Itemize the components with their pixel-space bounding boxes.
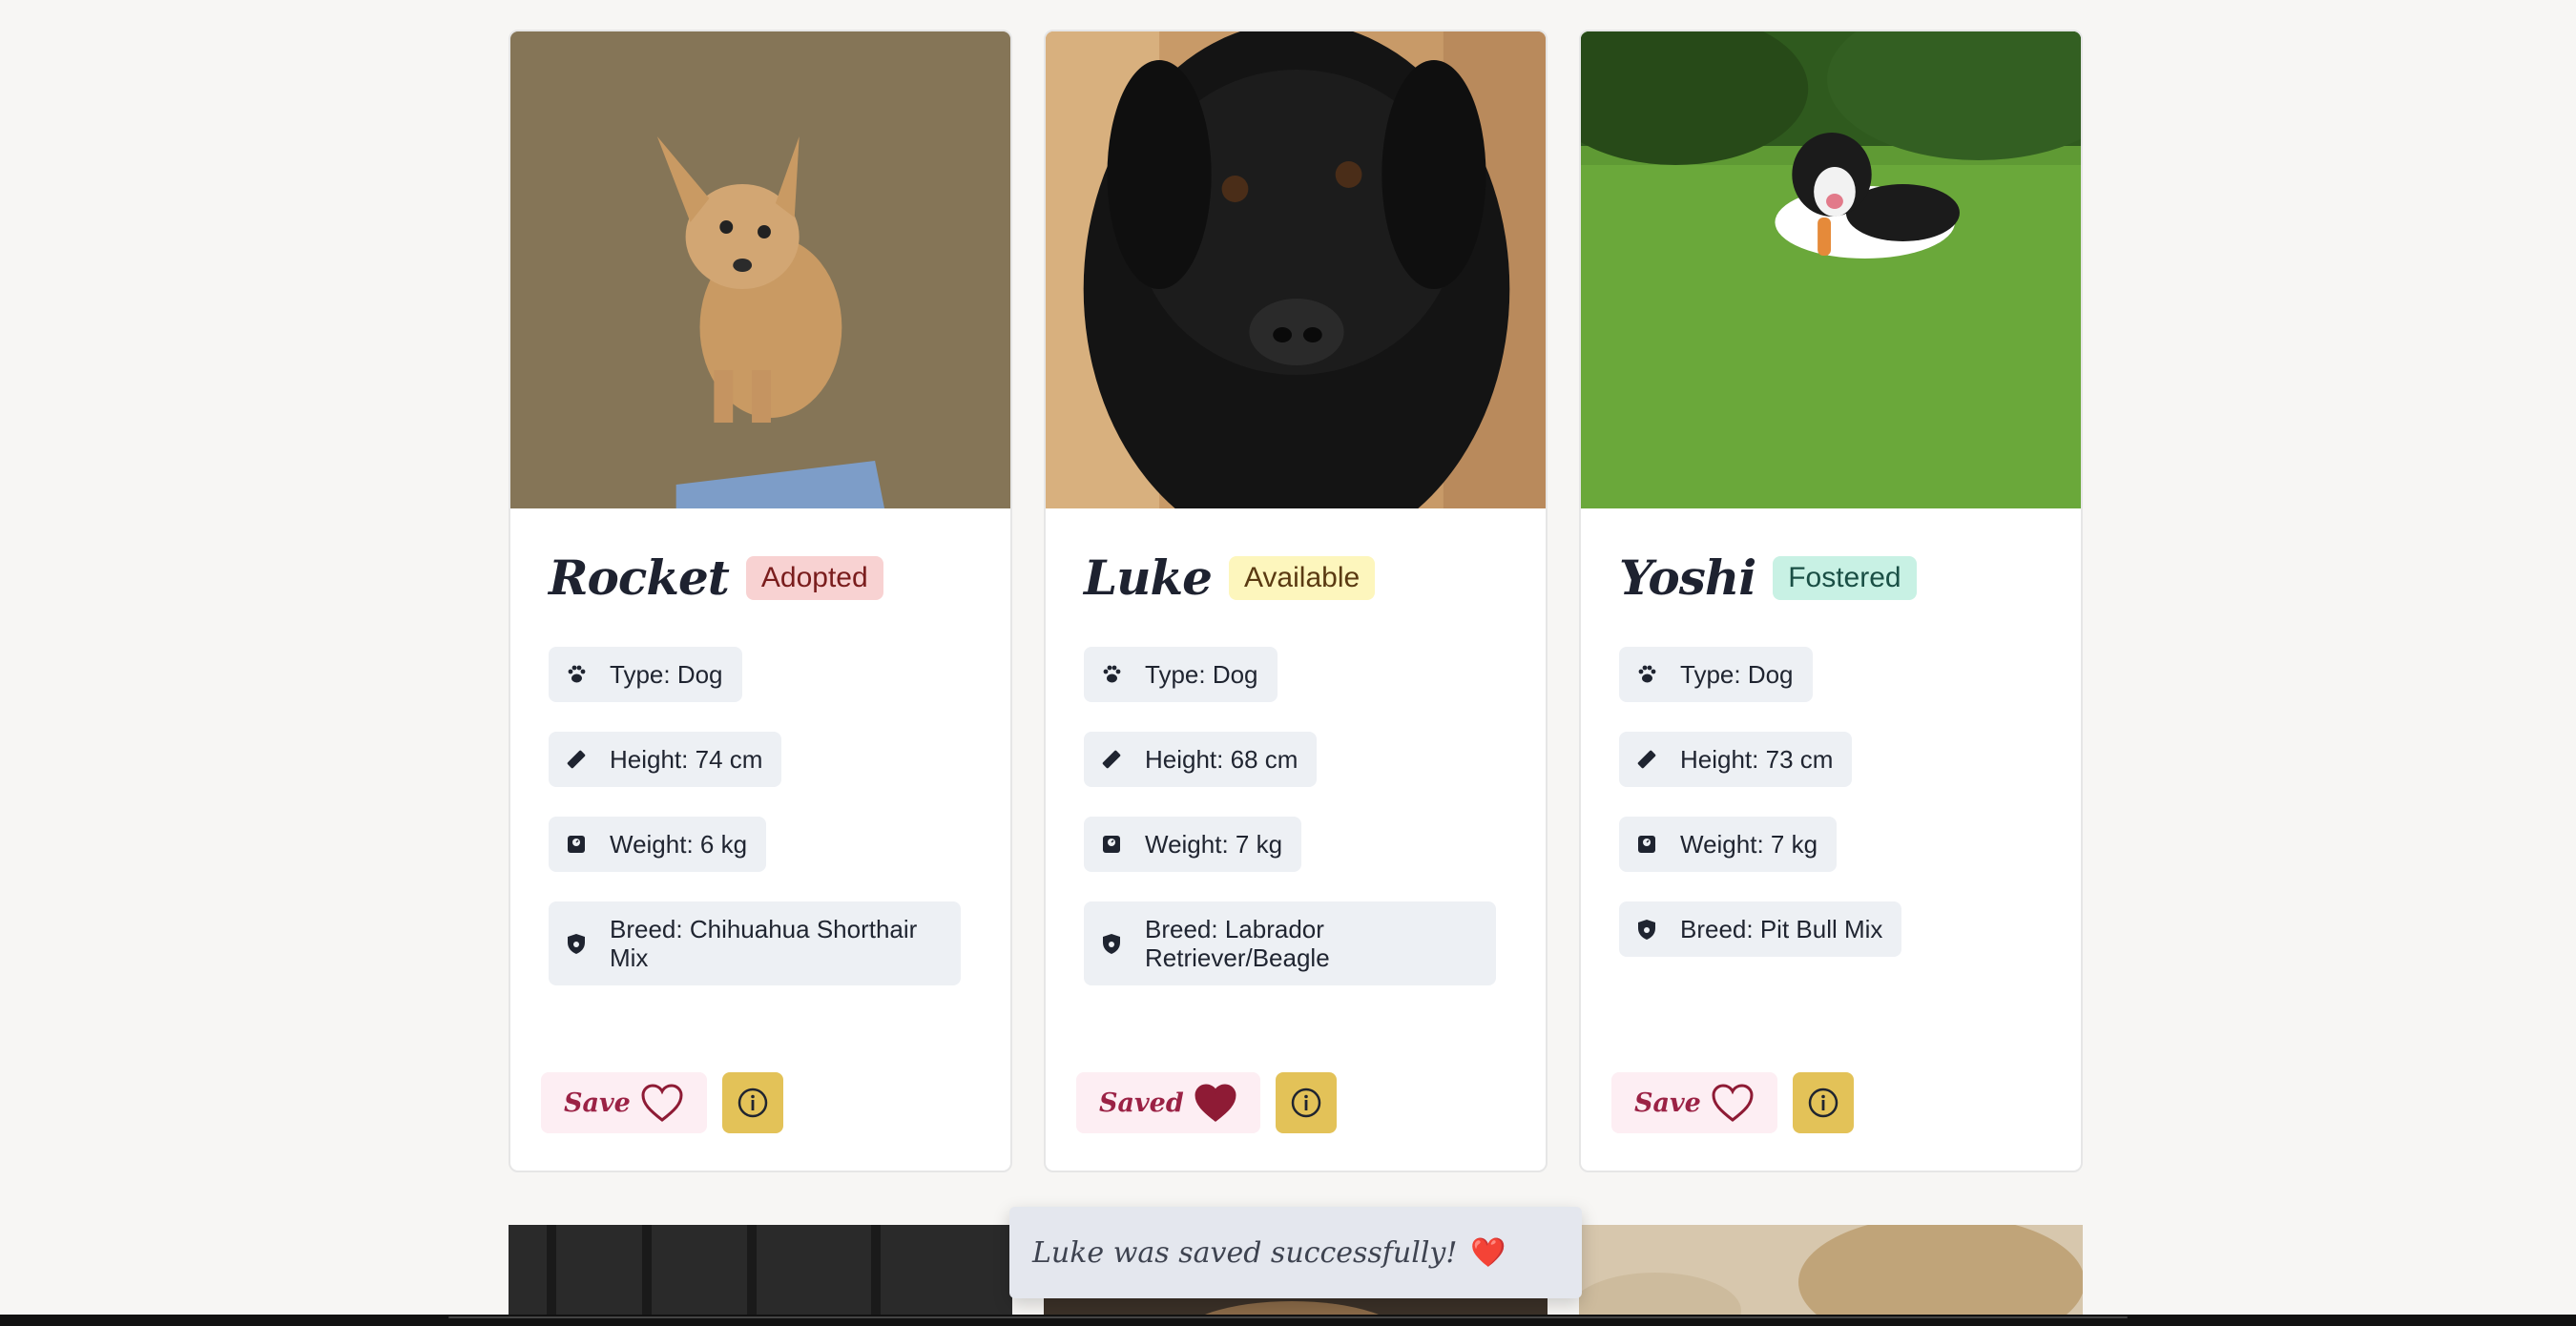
- fact-type-text: Type: Dog: [1680, 660, 1794, 689]
- pet-name: Rocket: [549, 549, 730, 606]
- save-button[interactable]: Save: [541, 1072, 707, 1133]
- pet-title-row: Rocket Adopted: [549, 549, 883, 606]
- fact-breed: Breed: Chihuahua Shorthair Mix: [549, 901, 961, 985]
- heart-outline-icon: [1712, 1084, 1754, 1122]
- fact-type-text: Type: Dog: [610, 660, 723, 689]
- info-icon: [1808, 1088, 1839, 1118]
- fact-height: Height: 68 cm: [1084, 732, 1318, 787]
- ruler-icon: [564, 745, 589, 774]
- fact-breed-text: Breed: Chihuahua Shorthair Mix: [610, 915, 918, 972]
- pet-photo: [510, 31, 1010, 508]
- pet-facts: Type: Dog Height: 68 cm Weight: 7 kg Bre…: [1084, 647, 1496, 1015]
- fact-weight: Weight: 7 kg: [1084, 817, 1302, 872]
- pet-photo: [1581, 31, 2081, 508]
- scale-icon: [564, 830, 589, 859]
- pet-name: Yoshi: [1619, 549, 1756, 606]
- fact-type: Type: Dog: [549, 647, 742, 702]
- fact-height: Height: 73 cm: [1619, 732, 1853, 787]
- fact-breed-text: Breed: Pit Bull Mix: [1680, 915, 1883, 943]
- status-badge: Fostered: [1773, 555, 1917, 600]
- save-button[interactable]: Saved: [1076, 1072, 1260, 1133]
- save-button[interactable]: Save: [1611, 1072, 1777, 1133]
- fact-weight-text: Weight: 7 kg: [1145, 830, 1283, 859]
- save-label: Save: [1634, 1088, 1701, 1118]
- heart-emoji-icon: ❤️: [1470, 1235, 1506, 1270]
- fact-height-text: Height: 74 cm: [610, 745, 763, 774]
- save-label: Saved: [1099, 1088, 1184, 1118]
- pet-facts: Type: Dog Height: 74 cm Weight: 6 kg Bre…: [549, 647, 961, 1015]
- fact-height: Height: 74 cm: [549, 732, 782, 787]
- ruler-icon: [1099, 745, 1124, 774]
- heart-filled-icon: [1195, 1084, 1236, 1122]
- card-actions: Save: [1611, 1072, 1854, 1133]
- info-button[interactable]: [721, 1072, 783, 1133]
- fact-weight: Weight: 7 kg: [1619, 817, 1838, 872]
- fact-height-text: Height: 68 cm: [1145, 745, 1298, 774]
- fact-breed: Breed: Pit Bull Mix: [1619, 901, 1902, 957]
- info-icon: [737, 1088, 768, 1118]
- heart-outline-icon: [641, 1084, 683, 1122]
- fact-breed-text: Breed: Labrador Retriever/Beagle: [1145, 915, 1330, 972]
- pet-facts: Type: Dog Height: 73 cm Weight: 7 kg Bre…: [1619, 647, 2031, 986]
- fact-type: Type: Dog: [1619, 647, 1813, 702]
- fact-breed: Breed: Labrador Retriever/Beagle: [1084, 901, 1496, 985]
- pet-card-photo-next: [1579, 1225, 2083, 1326]
- scale-icon: [1099, 830, 1124, 859]
- status-badge: Available: [1228, 555, 1376, 600]
- info-button[interactable]: [1792, 1072, 1854, 1133]
- pet-card-yoshi: Yoshi Fostered Type: Dog Height: 73 cm W…: [1579, 30, 2083, 1172]
- pet-photo: [1046, 31, 1546, 508]
- bottom-bar: [0, 1315, 2576, 1326]
- pet-title-row: Yoshi Fostered: [1619, 549, 1917, 606]
- fact-type-text: Type: Dog: [1145, 660, 1258, 689]
- card-actions: Saved: [1076, 1072, 1337, 1133]
- save-label: Save: [564, 1088, 631, 1118]
- card-actions: Save: [541, 1072, 783, 1133]
- ruler-icon: [1634, 745, 1659, 774]
- paw-icon: [564, 660, 589, 689]
- paw-icon: [1634, 660, 1659, 689]
- pet-name: Luke: [1084, 549, 1213, 606]
- pet-card-photo-next: [509, 1225, 1012, 1326]
- pet-card-rocket: Rocket Adopted Type: Dog Height: 74 cm W…: [509, 30, 1012, 1172]
- fact-height-text: Height: 73 cm: [1680, 745, 1834, 774]
- toast-message: Luke was saved successfully!: [1032, 1235, 1458, 1270]
- fact-weight-text: Weight: 6 kg: [610, 830, 748, 859]
- shield-dog-icon: [1634, 915, 1659, 943]
- paw-icon: [1099, 660, 1124, 689]
- info-button[interactable]: [1275, 1072, 1337, 1133]
- status-badge: Adopted: [745, 555, 883, 600]
- toast-notification: Luke was saved successfully! ❤️: [1009, 1207, 1582, 1298]
- shield-dog-icon: [564, 915, 589, 972]
- fact-weight: Weight: 6 kg: [549, 817, 767, 872]
- pet-card-luke: Luke Available Type: Dog Height: 68 cm W…: [1044, 30, 1548, 1172]
- fact-type: Type: Dog: [1084, 647, 1278, 702]
- info-icon: [1291, 1088, 1320, 1118]
- scale-icon: [1634, 830, 1659, 859]
- fact-weight-text: Weight: 7 kg: [1680, 830, 1818, 859]
- pet-title-row: Luke Available: [1084, 549, 1376, 606]
- shield-dog-icon: [1099, 915, 1124, 972]
